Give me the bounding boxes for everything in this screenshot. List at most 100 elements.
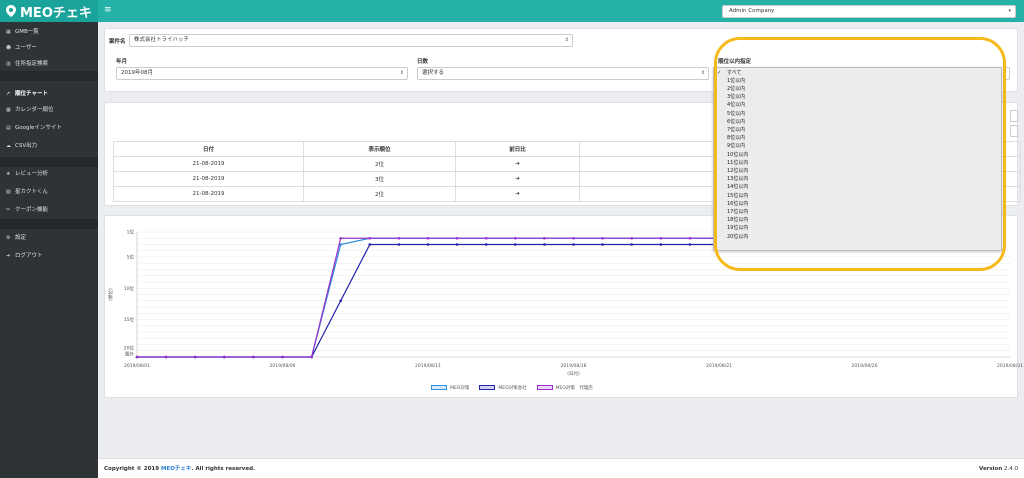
panel-button[interactable] bbox=[1010, 125, 1018, 137]
users-icon: ☻ bbox=[6, 45, 12, 51]
bar-chart-icon: ▤ bbox=[6, 125, 11, 131]
sidebar-item[interactable]: ⚙ 設定 bbox=[6, 232, 26, 244]
sidebar-item[interactable]: ☻ ユーザー bbox=[6, 42, 37, 54]
dropdown-option[interactable]: 3位以内 bbox=[727, 93, 745, 101]
sidebar-item[interactable]: ▧ 星カクトくん bbox=[6, 186, 48, 198]
legend-label: MEO対策会社 bbox=[498, 386, 527, 391]
sidebar-item[interactable]: ↗ 順位チャート bbox=[6, 88, 48, 100]
company-select-value: Admin Company bbox=[729, 8, 775, 14]
dropdown-option[interactable]: 14位以内 bbox=[727, 183, 748, 191]
sidebar-item[interactable]: ✂ クーポン機能 bbox=[6, 204, 48, 216]
sidebar-item-label: Googleインサイト bbox=[15, 125, 62, 131]
copyright-suffix: . All rights reserved. bbox=[191, 466, 256, 472]
sidebar-item[interactable]: ▥ 住所指定検索 bbox=[6, 58, 48, 70]
dropdown-option[interactable]: 17位以内 bbox=[727, 208, 748, 216]
sidebar-item[interactable]: ▦ GMB一覧 bbox=[6, 26, 39, 38]
footer-brand-link[interactable]: MEOチェキ bbox=[161, 466, 191, 472]
sidebar-divider bbox=[0, 157, 98, 167]
table-cell-change: ➔ bbox=[455, 156, 580, 172]
legend-label: MEO対策 代理店 bbox=[555, 386, 593, 391]
sidebar: ▦ GMB一覧 ☻ ユーザー ▥ 住所指定検索 ↗ 順位チャート ▦ カレンダー順位 ▤ Google… bbox=[0, 22, 98, 478]
cloud-download-icon: ☁ bbox=[6, 143, 11, 149]
gear-icon: ⚙ bbox=[6, 235, 11, 241]
map-icon: ▥ bbox=[6, 61, 11, 67]
menu-toggle-icon[interactable]: ≡ bbox=[104, 6, 112, 15]
col-header-change: 前日比 bbox=[455, 141, 580, 157]
brand-logo[interactable]: MEOチェキ bbox=[0, 0, 98, 22]
project-select-value: 株式会社トライハッチ bbox=[134, 37, 189, 43]
logout-icon: ➜ bbox=[6, 253, 11, 259]
footer: Copyright © 2019 MEOチェキ. All rights rese… bbox=[98, 458, 1024, 478]
table-cell-change: ➔ bbox=[455, 186, 580, 202]
calendar-icon: ▦ bbox=[6, 107, 11, 113]
sidebar-item-label: 星カクトくん bbox=[15, 189, 49, 195]
table-cell-date: 21-08-2019 bbox=[113, 186, 304, 202]
legend-item[interactable]: MEO対策会社 bbox=[479, 385, 527, 391]
calendar-icon: ▦ bbox=[6, 29, 11, 35]
sidebar-item[interactable]: ➜ ログアウト bbox=[6, 250, 43, 262]
legend-item[interactable]: MEO対策 bbox=[431, 385, 469, 391]
sidebar-divider bbox=[0, 71, 98, 81]
dropdown-option[interactable]: 13位以内 bbox=[727, 175, 748, 183]
dropdown-option[interactable]: 16位以内 bbox=[727, 200, 748, 208]
sidebar-item[interactable]: ★ レビュー分析 bbox=[6, 168, 48, 180]
panel-button[interactable] bbox=[1010, 110, 1018, 122]
days-select[interactable]: 選択する ⇕ bbox=[417, 67, 709, 80]
col-header-rank: 表示順位 bbox=[303, 141, 456, 157]
legend-swatch bbox=[536, 385, 553, 390]
book-icon: ▧ bbox=[6, 189, 11, 195]
project-select[interactable]: 株式会社トライハッチ ⇕ bbox=[129, 34, 573, 47]
dropdown-option[interactable]: 19位以内 bbox=[727, 224, 748, 232]
dropdown-option[interactable]: 11位以内 bbox=[727, 159, 748, 167]
table-cell-rank: 2位 bbox=[303, 186, 456, 202]
copyright-prefix: Copyright © 2019 bbox=[104, 466, 160, 472]
sidebar-item-label: レビュー分析 bbox=[15, 171, 49, 177]
select-arrows-icon: ⇕ bbox=[700, 70, 705, 76]
dropdown-option[interactable]: 2位以内 bbox=[727, 85, 745, 93]
rank-limit-select[interactable] bbox=[1004, 67, 1010, 80]
dropdown-option[interactable]: 15位以内 bbox=[727, 192, 748, 200]
map-pin-icon bbox=[6, 5, 16, 17]
month-select[interactable]: 2019年08月 ⇕ bbox=[116, 67, 408, 80]
dropdown-option[interactable]: 18位以内 bbox=[727, 216, 748, 224]
sidebar-item[interactable]: ▤ Googleインサイト bbox=[6, 122, 62, 134]
legend-swatch bbox=[431, 385, 448, 390]
legend-swatch bbox=[479, 385, 496, 390]
company-select[interactable]: Admin Company ▾ bbox=[722, 5, 1016, 18]
dropdown-option[interactable]: 20位以内 bbox=[727, 233, 748, 241]
table-cell-rank: 3位 bbox=[303, 171, 456, 187]
select-arrows-icon: ⇕ bbox=[564, 37, 569, 43]
dropdown-option[interactable]: 12位以内 bbox=[727, 167, 748, 175]
legend-label: MEO対策 bbox=[450, 386, 470, 391]
dropdown-option[interactable]: すべて bbox=[727, 69, 741, 77]
sidebar-item-label: 住所指定検索 bbox=[15, 61, 49, 67]
coupon-icon: ✂ bbox=[6, 207, 11, 213]
dropdown-option[interactable]: 5位以内 bbox=[727, 110, 745, 118]
top-bar: MEOチェキ ≡ Admin Company ▾ bbox=[0, 0, 1024, 22]
rank-limit-label: 順位以内指定 bbox=[718, 59, 752, 65]
version: Version 2.4.0 bbox=[979, 459, 1018, 478]
chart-legend: MEO対策 MEO対策会社 MEO対策 代理店 bbox=[0, 384, 1024, 392]
legend-item[interactable]: MEO対策 代理店 bbox=[536, 385, 593, 391]
project-label: 案件名 bbox=[109, 39, 126, 45]
days-select-value: 選択する bbox=[422, 70, 445, 76]
line-chart-icon: ↗ bbox=[6, 91, 11, 97]
star-icon: ★ bbox=[6, 171, 11, 177]
table-cell-date: 21-08-2019 bbox=[113, 156, 304, 172]
dropdown-option[interactable]: 4位以内 bbox=[727, 101, 745, 109]
days-label: 日数 bbox=[417, 59, 429, 65]
dropdown-option[interactable]: 6位以内 bbox=[727, 118, 745, 126]
sidebar-item[interactable]: ☁ CSV出力 bbox=[6, 140, 37, 152]
chevron-down-icon: ▾ bbox=[1008, 8, 1011, 14]
sidebar-item-label: GMB一覧 bbox=[15, 29, 39, 35]
dropdown-option[interactable]: 10位以内 bbox=[727, 151, 748, 159]
month-label: 年月 bbox=[116, 59, 128, 65]
dropdown-option[interactable]: 1位以内 bbox=[727, 77, 745, 85]
checkmark-icon: ✓ bbox=[717, 70, 722, 76]
version-label: Version bbox=[978, 466, 1003, 472]
sidebar-item[interactable]: ▦ カレンダー順位 bbox=[6, 104, 54, 116]
sidebar-item-label: 順位チャート bbox=[15, 91, 48, 97]
dropdown-option[interactable]: 9位以内 bbox=[727, 142, 745, 150]
dropdown-option[interactable]: 8位以内 bbox=[727, 134, 745, 142]
dropdown-option[interactable]: 7位以内 bbox=[727, 126, 745, 134]
